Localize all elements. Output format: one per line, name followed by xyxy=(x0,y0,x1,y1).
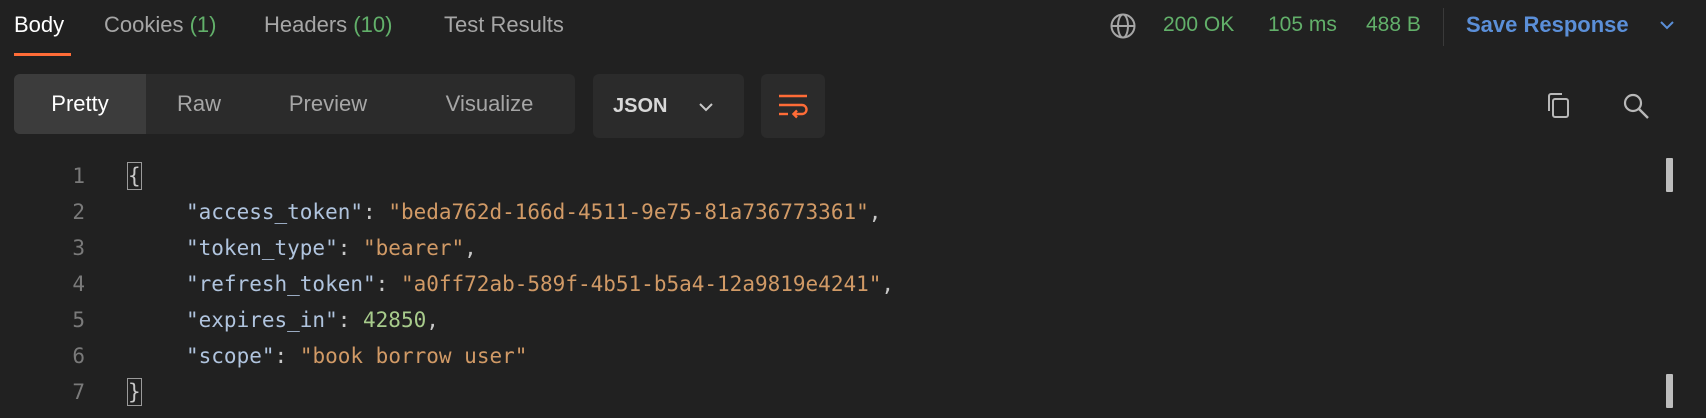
word-wrap-button[interactable] xyxy=(761,74,825,138)
tab-label: Headers xyxy=(264,12,348,37)
json-string: "beda762d-166d-4511-9e75-81a736773361" xyxy=(388,200,869,224)
view-mode-preview[interactable]: Preview xyxy=(252,74,404,134)
code-line: 6 "scope": "book borrow user" xyxy=(0,338,1600,374)
line-number: 4 xyxy=(72,272,85,296)
json-comma: , xyxy=(868,200,882,224)
copy-icon[interactable] xyxy=(1543,91,1573,121)
code-line: 3 "token_type": "bearer", xyxy=(0,230,1600,266)
tab-count: (1) xyxy=(189,12,217,37)
response-time[interactable]: 105 ms xyxy=(1268,10,1337,40)
format-select-value: JSON xyxy=(613,95,668,117)
tab-count: (10) xyxy=(353,12,393,37)
chevron-down-icon xyxy=(699,103,713,112)
json-comma: , xyxy=(464,236,477,260)
line-number: 2 xyxy=(72,200,85,224)
line-number: 1 xyxy=(72,164,85,188)
json-string: "book borrow user" xyxy=(299,344,528,368)
view-mode-pretty[interactable]: Pretty xyxy=(14,74,146,134)
scrollbar-marker[interactable] xyxy=(1666,374,1673,408)
status-code[interactable]: 200 OK xyxy=(1163,10,1234,40)
line-number: 3 xyxy=(72,236,85,260)
json-key: "access_token" xyxy=(186,200,364,224)
view-mode-switcher: Pretty Raw Preview Visualize xyxy=(14,74,575,134)
response-body-editor[interactable]: 1 { 2 "access_token": "beda762d-166d-451… xyxy=(0,158,1706,418)
response-size[interactable]: 488 B xyxy=(1366,10,1421,40)
chevron-down-icon[interactable] xyxy=(1658,16,1676,34)
code-text: "scope": "book borrow user" xyxy=(186,344,528,368)
code-line: 2 "access_token": "beda762d-166d-4511-9e… xyxy=(0,194,1600,230)
word-wrap-icon xyxy=(779,94,808,119)
format-select[interactable]: JSON xyxy=(593,74,744,138)
code-text: "refresh_token": "a0ff72ab-589f-4b51-b5a… xyxy=(186,272,895,296)
code-text: "access_token": "beda762d-166d-4511-9e75… xyxy=(186,200,882,224)
code-line: 7 } xyxy=(0,374,1600,410)
json-key: "refresh_token" xyxy=(186,272,376,296)
json-key: "expires_in" xyxy=(186,308,338,332)
json-number: 42850 xyxy=(363,308,427,332)
code-line: 1 { xyxy=(0,158,1600,194)
code-text: } xyxy=(127,374,142,410)
json-comma: , xyxy=(881,272,895,296)
tab-body[interactable]: Body xyxy=(14,10,64,40)
json-comma: , xyxy=(426,308,439,332)
code-text: "expires_in": 42850, xyxy=(186,308,439,332)
search-icon[interactable] xyxy=(1621,91,1651,121)
view-mode-raw[interactable]: Raw xyxy=(146,74,252,134)
code-line: 5 "expires_in": 42850, xyxy=(0,302,1600,338)
divider xyxy=(1443,8,1444,46)
line-number: 7 xyxy=(72,380,85,404)
globe-icon[interactable] xyxy=(1109,12,1137,40)
line-number: 6 xyxy=(72,344,85,368)
scrollbar-marker[interactable] xyxy=(1666,158,1673,192)
open-brace: { xyxy=(127,162,142,190)
code-text: "token_type": "bearer", xyxy=(186,236,477,260)
json-key: "token_type" xyxy=(186,236,338,260)
json-string: "bearer" xyxy=(363,236,465,260)
line-number: 5 xyxy=(72,308,85,332)
close-brace: } xyxy=(127,378,142,406)
json-key: "scope" xyxy=(186,344,275,368)
tab-label: Body xyxy=(14,12,65,37)
code-line: 4 "refresh_token": "a0ff72ab-589f-4b51-b… xyxy=(0,266,1600,302)
tab-label: Cookies xyxy=(104,12,184,37)
view-mode-visualize[interactable]: Visualize xyxy=(404,74,575,134)
tab-cookies[interactable]: Cookies (1) xyxy=(104,10,217,40)
tab-label: Test Results xyxy=(444,12,564,37)
tab-test-results[interactable]: Test Results xyxy=(444,10,564,40)
tab-headers[interactable]: Headers (10) xyxy=(264,10,392,40)
code-text: { xyxy=(127,158,142,194)
save-response-button[interactable]: Save Response xyxy=(1466,10,1629,40)
json-string: "a0ff72ab-589f-4b51-b5a4-12a9819e4241" xyxy=(400,272,882,296)
active-tab-indicator xyxy=(14,53,71,56)
